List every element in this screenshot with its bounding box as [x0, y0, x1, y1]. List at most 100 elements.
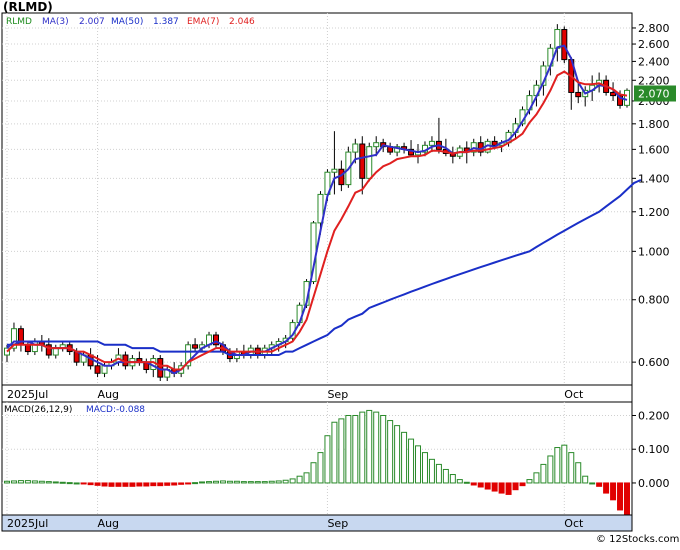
macd-bar: [219, 480, 226, 484]
macd-bar: [373, 411, 380, 484]
macd-bar: [192, 482, 199, 485]
legend-item: RLMD: [6, 17, 32, 27]
macd-value-label: MACD:-0.088: [86, 405, 145, 415]
macd-bar: [519, 482, 526, 487]
price-panel-frame: [1, 12, 633, 386]
macd-bar: [359, 411, 366, 484]
macd-y-tick-label: 0.000: [638, 477, 670, 490]
macd-bar: [498, 482, 505, 494]
macd-bar: [477, 482, 484, 488]
macd-bar: [624, 482, 630, 515]
macd-x-tick-label: Aug: [98, 517, 119, 530]
macd-bar: [185, 482, 192, 485]
candle-body: [192, 344, 199, 349]
macd-bar: [199, 481, 206, 484]
macd-bar: [94, 482, 101, 486]
macd-bar: [206, 481, 213, 484]
macd-bar: [261, 481, 268, 484]
price-y-tick-label: 2.800: [638, 22, 670, 35]
price-y-tick-label: 2.200: [638, 74, 670, 87]
macd-bar: [38, 480, 45, 484]
stock-chart: 2.8002.6002.4002.2002.0001.8001.6001.400…: [0, 0, 680, 546]
legend-item: MA(50): [111, 17, 143, 27]
candle-body: [624, 89, 630, 106]
macd-bar: [296, 475, 303, 484]
macd-bar: [331, 421, 338, 484]
macd-bar: [164, 482, 171, 486]
macd-bar: [575, 462, 582, 484]
macd-bar: [212, 480, 219, 484]
macd-bar: [610, 482, 617, 501]
macd-bar: [470, 482, 477, 486]
macd-bar: [101, 482, 108, 487]
candle-body: [428, 140, 435, 146]
macd-bar: [268, 480, 275, 484]
macd-bar: [456, 479, 463, 484]
macd-bar: [561, 444, 568, 484]
macd-bar: [115, 482, 122, 487]
candle-body: [575, 91, 582, 98]
price-x-tick-label: 2025Jul: [7, 388, 48, 401]
price-x-tick-label: Aug: [98, 388, 119, 401]
macd-bar: [408, 438, 415, 484]
macd-bar: [352, 414, 359, 484]
candle-body: [554, 29, 561, 49]
macd-bar: [428, 458, 435, 484]
macd-bar: [540, 463, 547, 484]
macd-title: MACD(26,12,9): [4, 405, 72, 415]
macd-bar: [421, 452, 428, 484]
macd-bar: [554, 447, 561, 484]
macd-bar: [80, 482, 87, 485]
macd-bar: [24, 480, 31, 484]
candle-body: [366, 146, 373, 179]
macd-bar: [143, 482, 150, 487]
macd-bar: [45, 481, 52, 484]
candle-body: [561, 29, 568, 61]
macd-bar: [394, 425, 401, 484]
price-y-tick-label: 1.000: [638, 245, 670, 258]
macd-bar: [512, 482, 519, 491]
macd-bar: [603, 482, 610, 494]
price-y-tick-label: 0.600: [638, 356, 670, 369]
macd-bar: [380, 414, 387, 484]
price-y-tick-label: 1.800: [638, 118, 670, 131]
macd-bar: [463, 481, 470, 484]
macd-bar: [282, 479, 289, 484]
candle-body: [331, 168, 338, 173]
macd-bar: [129, 482, 136, 487]
macd-bar: [122, 482, 129, 487]
macd-x-tick-label: 2025Jul: [7, 517, 48, 530]
macd-bar: [547, 455, 554, 484]
price-y-tick-label: 1.400: [638, 172, 670, 185]
macd-bar: [568, 452, 575, 484]
macd-x-tick-label: Oct: [564, 517, 584, 530]
macd-x-tick-label: Sep: [327, 517, 348, 530]
macd-bar: [505, 482, 512, 495]
macd-bar: [226, 480, 233, 484]
macd-bar: [324, 435, 331, 484]
macd-bar: [17, 480, 24, 484]
legend-item: 1.387: [153, 17, 179, 27]
legend-item: 2.007: [79, 17, 105, 27]
macd-bar: [617, 482, 624, 511]
macd-bar: [136, 482, 143, 487]
macd-bar: [491, 482, 498, 492]
macd-bar: [150, 482, 157, 487]
price-y-tick-label: 1.600: [638, 143, 670, 156]
macd-bar: [66, 482, 73, 485]
macd-bar: [366, 409, 373, 484]
macd-y-tick-label: 0.200: [638, 409, 670, 422]
chart-svg: 2.8002.6002.4002.2002.0001.8001.6001.400…: [1, 0, 679, 545]
legend-item: 2.046: [229, 17, 255, 27]
macd-bar: [589, 482, 596, 485]
price-y-tick-label: 2.600: [638, 38, 670, 51]
macd-bar: [484, 482, 491, 490]
price-x-tick-label: Oct: [564, 388, 584, 401]
macd-bar: [533, 472, 540, 484]
price-y-tick-label: 0.800: [638, 294, 670, 307]
macd-bar: [178, 482, 185, 485]
macd-x-axis-strip: [1, 514, 633, 532]
macd-bar: [345, 414, 352, 484]
macd-bar: [157, 482, 164, 487]
macd-bar: [240, 481, 247, 484]
